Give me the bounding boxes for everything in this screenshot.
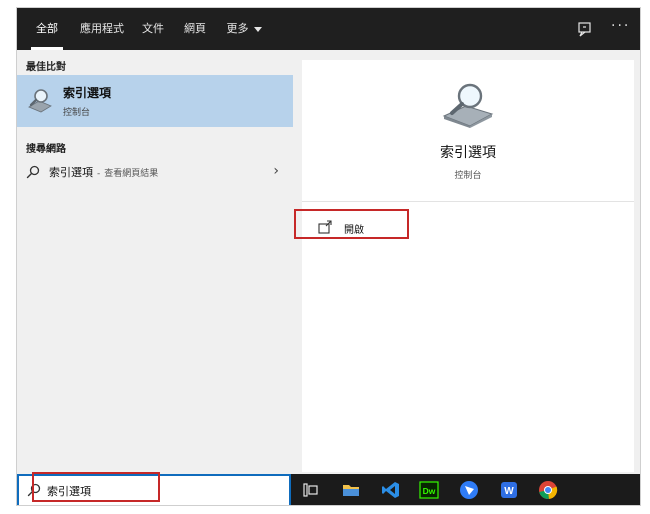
preview-title: 索引選項 xyxy=(440,145,496,161)
tab-documents-label: 文件 xyxy=(142,22,164,35)
web-search-result[interactable]: 索引選項 - 查看網頁結果 › xyxy=(17,159,293,185)
preview-subtitle: 控制台 xyxy=(454,171,482,181)
tab-web[interactable]: 網頁 xyxy=(177,8,213,50)
chrome-icon[interactable] xyxy=(538,480,558,500)
tab-more[interactable]: 更多 xyxy=(221,8,267,50)
chevron-down-icon xyxy=(253,26,262,32)
wps-icon[interactable]: W xyxy=(499,480,519,500)
dreamweaver-icon[interactable]: Dw xyxy=(419,480,439,500)
best-match-subtitle: 控制台 xyxy=(63,108,91,118)
indexing-options-icon xyxy=(28,89,52,113)
web-result-query: 索引選項 xyxy=(49,166,93,179)
tab-apps-label: 應用程式 xyxy=(80,22,124,35)
tab-all-label: 全部 xyxy=(36,22,58,35)
tab-all[interactable]: 全部 xyxy=(27,8,67,50)
web-result-hint: 查看網頁結果 xyxy=(104,169,159,179)
tab-more-label: 更多 xyxy=(226,22,249,35)
tab-apps[interactable]: 應用程式 xyxy=(75,8,129,50)
chevron-right-icon[interactable]: › xyxy=(273,163,279,179)
more-options-icon[interactable]: ··· xyxy=(611,18,630,34)
dreamweaver-icon-text: Dw xyxy=(423,486,436,496)
task-view-icon[interactable] xyxy=(301,480,321,500)
tab-documents[interactable]: 文件 xyxy=(135,8,171,50)
results-panel: 最佳比對 索引選項 控制台 搜尋網路 索引選項 - 查看網頁結果 › xyxy=(17,50,293,472)
best-match-title: 索引選項 xyxy=(63,86,112,100)
best-match-header: 最佳比對 xyxy=(26,62,66,73)
divider xyxy=(302,201,634,202)
search-window: 全部 應用程式 文件 網頁 更多 ··· 最佳比對 索引選項 控制台 搜尋網路 … xyxy=(16,7,641,506)
web-search-header: 搜尋網路 xyxy=(26,144,66,155)
filter-tab-bar: 全部 應用程式 文件 網頁 更多 ··· xyxy=(17,8,640,50)
tab-web-label: 網頁 xyxy=(184,22,206,35)
vscode-icon[interactable] xyxy=(381,480,401,500)
indexing-options-large-icon xyxy=(442,83,494,128)
preview-panel: 索引選項 控制台 開啟 xyxy=(302,60,634,472)
highlight-box-search xyxy=(32,472,160,502)
wps-icon-text: W xyxy=(504,486,514,497)
highlight-box-open xyxy=(294,209,409,239)
best-match-item[interactable]: 索引選項 控制台 xyxy=(17,75,293,127)
file-explorer-icon[interactable] xyxy=(341,480,361,500)
web-result-separator: - xyxy=(97,169,101,179)
feishu-icon[interactable] xyxy=(459,480,479,500)
feedback-icon[interactable] xyxy=(577,21,593,37)
search-icon xyxy=(26,165,40,179)
